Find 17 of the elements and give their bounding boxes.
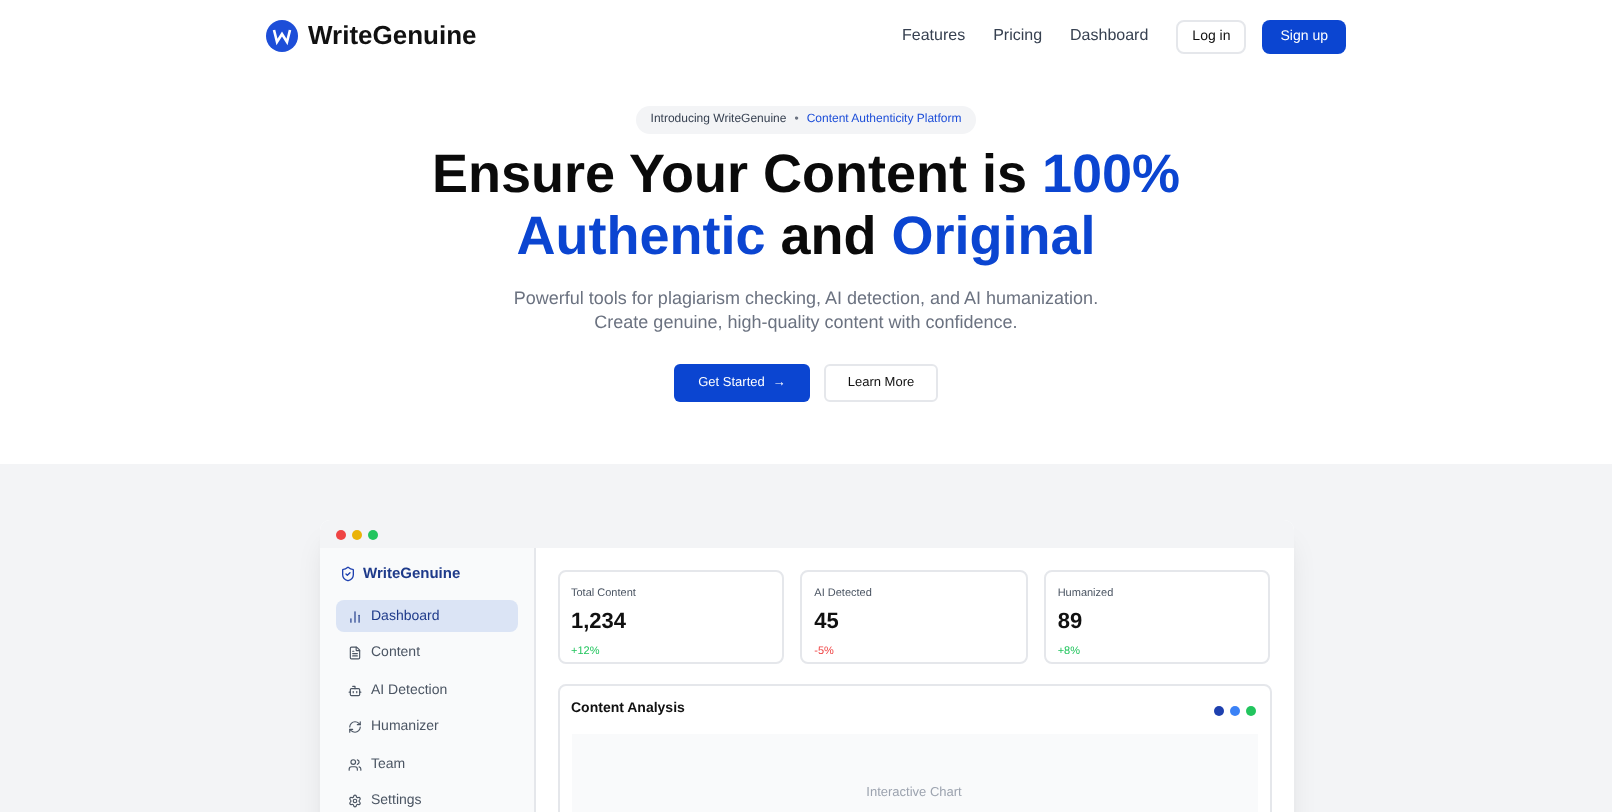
nav-link[interactable]: Dashboard <box>1070 24 1149 48</box>
stat-value: 89 <box>1057 608 1085 639</box>
stat-value: 45 <box>814 608 841 639</box>
logo-icon <box>266 20 298 52</box>
sidebar-item-icon <box>347 646 361 661</box>
brand-name: WriteGenuine <box>308 18 477 55</box>
subtitle: Powerful tools for plagiarism checking, AI detection, and AI humanization. Create genuine, high-quality content with confidence. <box>513 286 1099 334</box>
nav-link[interactable]: Features <box>902 24 966 48</box>
nav-link[interactable]: Pricing <box>993 24 1043 48</box>
sidebar-item-icon <box>347 683 361 698</box>
sidebar-item-icon <box>347 794 361 809</box>
stat-value: 1,234 <box>571 608 629 639</box>
sidebar-item-icon <box>347 609 361 624</box>
sidebar-item-icon <box>347 757 361 772</box>
shield-icon <box>339 565 355 582</box>
sidebar-item-icon <box>347 720 361 735</box>
headline: Ensure Your Content is 100% Authentic and Original <box>431 144 1181 268</box>
